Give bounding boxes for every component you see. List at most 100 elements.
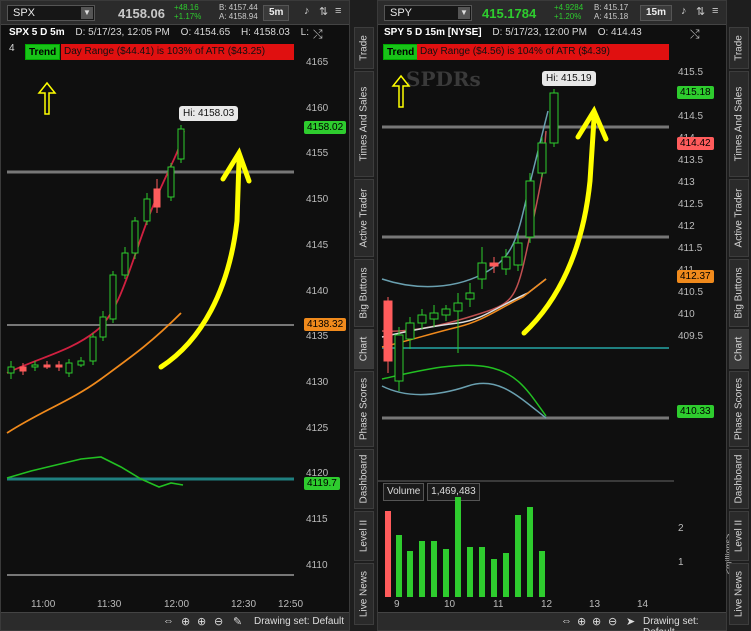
spx-y-axis-tick: 4165: [306, 57, 329, 68]
spx-bid: B: 4157.44: [219, 3, 258, 12]
candle-body: [501, 256, 511, 270]
spy-volume-plot[interactable]: [378, 497, 673, 597]
volume-bar: [431, 541, 437, 597]
side-tab-times-and-sales[interactable]: Times And Sales: [729, 71, 749, 177]
spy-ask: A: 415.18: [594, 12, 629, 21]
spx-price-plot[interactable]: [1, 61, 296, 596]
candle-body: [121, 252, 129, 276]
side-tab-active-trader[interactable]: Active Trader: [729, 179, 749, 257]
candle-body: [441, 308, 451, 316]
sort-icon[interactable]: ⇅: [319, 5, 328, 18]
spy-price-plot[interactable]: [378, 61, 673, 481]
spx-orange-moving-average: [6, 312, 182, 434]
spy-drawing-set[interactable]: Drawing set: Default: [643, 616, 726, 631]
chevron-down-icon[interactable]: ▼: [81, 7, 93, 19]
zoom-in-icon[interactable]: ⊕: [592, 615, 601, 628]
spx-drawing-set[interactable]: Drawing set: Default: [254, 616, 344, 627]
crosshair-settings-icon[interactable]: ⤭: [690, 27, 700, 42]
pan-arrows-icon[interactable]: ⇔: [561, 615, 572, 627]
candle-body: [477, 262, 487, 280]
spx-chart-panel: SPX ▼ 4158.06 +48.16 +1.17% B: 4157.44 A…: [0, 0, 350, 631]
spx-symbol-input[interactable]: SPX ▼: [7, 5, 95, 21]
sort-icon[interactable]: ⇅: [696, 5, 705, 18]
spy-change: +4.9284 +1.20%: [554, 3, 583, 21]
spx-green-indicator: [6, 456, 184, 488]
side-tab-live-news[interactable]: Live News: [354, 563, 374, 625]
spy-symbol-input[interactable]: SPY ▼: [384, 5, 472, 21]
candle-body: [417, 314, 427, 324]
zoom-fit-icon[interactable]: ⊕: [577, 615, 586, 628]
spy-bar-date: D: 5/17/23, 12:00 PM: [492, 27, 587, 38]
crosshair-settings-icon[interactable]: ⤭: [313, 27, 323, 42]
candle-body: [55, 364, 63, 368]
candle-body: [77, 360, 85, 366]
side-tab-live-news[interactable]: Live News: [729, 563, 749, 625]
cursor-icon[interactable]: ➤: [626, 615, 635, 628]
spy-timeframe-selector[interactable]: 15m: [640, 5, 673, 21]
side-tab-trade[interactable]: Trade: [729, 27, 749, 69]
spy-annotation-curved-arrow: [521, 105, 609, 336]
candle-body: [383, 300, 393, 362]
side-tab-big-buttons[interactable]: Big Buttons: [354, 259, 374, 327]
side-tab-level-ii[interactable]: Level II: [729, 511, 749, 561]
side-tab-label: Dashboard: [358, 454, 370, 504]
spy-y-axis-tick: 412: [678, 221, 695, 232]
spy-blue-lower-band: [381, 382, 547, 419]
candle-body: [513, 242, 523, 266]
zoom-out-icon[interactable]: ⊖: [214, 615, 223, 628]
spx-y-axis-tick: 4150: [306, 194, 329, 206]
spx-trend-badge: Trend: [25, 44, 61, 60]
menu-icon[interactable]: ≡: [335, 5, 341, 17]
zoom-fit-icon[interactable]: ⊕: [181, 615, 190, 628]
spy-change-pct: +1.20%: [554, 12, 582, 21]
side-tab-chart[interactable]: Chart: [354, 329, 374, 369]
spx-y-axis-tick: 4125: [306, 422, 329, 434]
bell-icon[interactable]: ♪: [304, 5, 310, 17]
side-tab-dashboard[interactable]: Dashboard: [729, 449, 749, 509]
zoom-in-icon[interactable]: ⊕: [197, 615, 206, 628]
pencil-icon[interactable]: ✎: [233, 615, 242, 628]
side-tab-phase-scores[interactable]: Phase Scores: [729, 371, 749, 447]
spx-timeframe-selector[interactable]: 5m: [263, 5, 290, 21]
candle-body: [31, 364, 39, 368]
menu-icon[interactable]: ≡: [712, 5, 718, 17]
side-tab-label: Level II: [358, 519, 370, 553]
side-tab-label: Active Trader: [733, 188, 745, 248]
side-tab-label: Active Trader: [358, 188, 370, 248]
spy-orange-level-tag: 412.37: [677, 270, 714, 283]
side-tab-level-ii[interactable]: Level II: [354, 511, 374, 561]
volume-bar: [527, 507, 533, 597]
pan-arrows-icon[interactable]: ⇔: [163, 615, 174, 627]
spx-high-label: Hi: 4158.03: [179, 106, 239, 121]
spy-x-axis-tick: 9: [394, 599, 400, 610]
candle-body: [143, 198, 151, 222]
spx-bar-high: H: 4158.03: [240, 27, 290, 38]
spy-bid: B: 415.17: [594, 3, 629, 12]
side-tab-active-trader[interactable]: Active Trader: [354, 179, 374, 257]
zoom-out-icon[interactable]: ⊖: [608, 615, 617, 628]
spy-upper-band: [381, 110, 549, 288]
spy-volume-tick-1: 1: [678, 557, 684, 568]
spy-y-axis-tick: 413.5: [678, 155, 704, 166]
spy-y-axis-tick: 411.5: [678, 243, 703, 254]
spx-x-axis-tick: 11:00: [31, 599, 56, 610]
chevron-down-icon[interactable]: ▼: [458, 7, 470, 19]
side-tab-times-and-sales[interactable]: Times And Sales: [354, 71, 374, 177]
spy-trend-badge: Trend: [383, 44, 419, 60]
spx-chart-title: SPX 5 D 5m: [9, 27, 65, 38]
spx-y-axis-tick: 4160: [306, 102, 329, 114]
bell-icon[interactable]: ♪: [681, 5, 687, 17]
spy-mid-band: [381, 130, 547, 332]
side-tab-big-buttons[interactable]: Big Buttons: [729, 259, 749, 327]
side-tab-phase-scores[interactable]: Phase Scores: [354, 371, 374, 447]
side-tab-trade[interactable]: Trade: [354, 27, 374, 69]
side-tab-label: Phase Scores: [358, 377, 370, 441]
spx-bid-ask: B: 4157.44 A: 4158.94: [219, 3, 258, 21]
spy-volume-tick-2: 2: [678, 523, 684, 534]
candle-body: [525, 180, 535, 238]
side-tab-dashboard[interactable]: Dashboard: [354, 449, 374, 509]
candle-body: [394, 334, 404, 382]
side-tab-chart[interactable]: Chart: [729, 329, 749, 369]
candle-body: [167, 166, 175, 198]
side-tab-label: Level II: [733, 519, 745, 553]
